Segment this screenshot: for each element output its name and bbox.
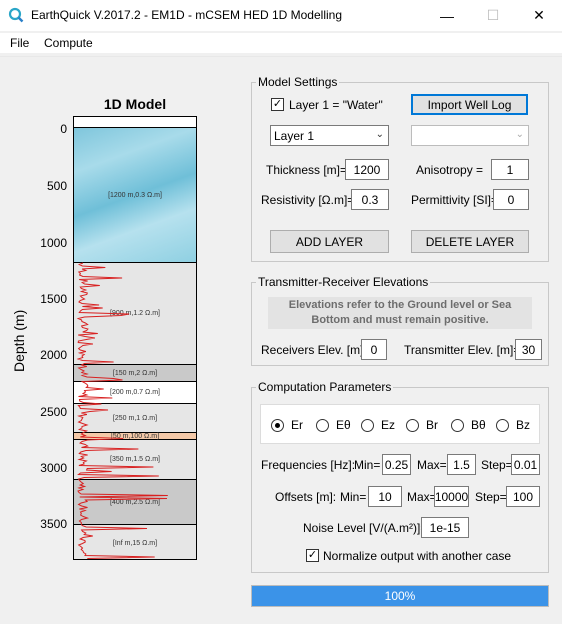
group-title: Model Settings bbox=[256, 75, 340, 89]
group-title: Computation Parameters bbox=[256, 380, 394, 394]
depth-tick: 1000 bbox=[40, 236, 67, 250]
depth-tick: 500 bbox=[46, 179, 67, 193]
resistivity-input[interactable]: 0.3 bbox=[351, 189, 389, 210]
thickness-label: Thickness [m]= bbox=[266, 163, 348, 177]
radio-bz[interactable]: Bz bbox=[496, 418, 530, 432]
resistivity-label: Resistivity [Ω.m]= bbox=[261, 193, 355, 207]
offset-step-label: Step= bbox=[475, 490, 507, 504]
depth-tick: 3000 bbox=[40, 461, 67, 475]
radio-button[interactable] bbox=[406, 418, 419, 432]
normalize-label: Normalize output with another case bbox=[323, 549, 512, 563]
radio-button[interactable] bbox=[316, 418, 329, 432]
app-logo-icon bbox=[8, 7, 24, 23]
depth-tick: 3500 bbox=[40, 517, 67, 531]
depth-tick: 1500 bbox=[40, 292, 67, 306]
anisotropy-label: Anisotropy = bbox=[416, 163, 484, 177]
minimize-button[interactable]: — bbox=[424, 0, 470, 31]
chevron-down-icon: ⌄ bbox=[375, 129, 384, 140]
radio-etheta[interactable]: Eθ bbox=[316, 418, 351, 432]
group-title: Transmitter-Receiver Elevations bbox=[256, 275, 431, 289]
depth-tick: 2500 bbox=[40, 405, 67, 419]
radio-label: Bθ bbox=[471, 418, 486, 432]
import-well-log-button[interactable]: Import Well Log bbox=[411, 94, 528, 115]
button-label: ADD LAYER bbox=[295, 234, 364, 249]
model-title: 1D Model bbox=[103, 96, 167, 112]
water-checkbox-label: Layer 1 = "Water" bbox=[289, 98, 383, 112]
permittivity-label: Permittivity [SI]= bbox=[411, 193, 499, 207]
button-label: Import Well Log bbox=[427, 97, 512, 112]
model-column[interactable]: [1200 m,0.3 Ω.m] [900 m,1.2 Ω.m] [150 m,… bbox=[73, 116, 197, 560]
offset-max-label: Max= bbox=[407, 490, 437, 504]
depth-axis-label: Depth (m) bbox=[11, 309, 27, 372]
transmitter-elev-label: Transmitter Elev. [m]= bbox=[404, 343, 521, 357]
delete-layer-button[interactable]: DELETE LAYER bbox=[411, 230, 529, 253]
close-button[interactable]: ✕ bbox=[516, 0, 562, 31]
offset-max-input[interactable]: 10000 bbox=[434, 486, 469, 507]
progress-bar: 100% bbox=[251, 585, 549, 607]
radio-label: Er bbox=[291, 418, 303, 432]
radio-button[interactable] bbox=[361, 418, 374, 432]
radio-label: Eθ bbox=[336, 418, 351, 432]
receivers-elev-input[interactable]: 0 bbox=[361, 339, 387, 360]
offset-min-label: Min= bbox=[340, 490, 367, 504]
radio-label: Ez bbox=[381, 418, 396, 432]
freq-step-label: Step= bbox=[481, 458, 513, 472]
water-checkbox[interactable]: ✓ bbox=[271, 98, 284, 111]
receivers-elev-label: Receivers Elev. [m]= bbox=[261, 343, 371, 357]
freq-max-label: Max= bbox=[417, 458, 447, 472]
offsets-label: Offsets [m]: bbox=[275, 490, 337, 504]
button-label: DELETE LAYER bbox=[425, 234, 515, 249]
divider bbox=[0, 56, 562, 57]
maximize-button[interactable]: ☐ bbox=[470, 0, 516, 31]
depth-tick: 2000 bbox=[40, 348, 67, 362]
radio-label: Bz bbox=[516, 418, 531, 432]
noise-level-input[interactable]: 1e-15 bbox=[421, 517, 469, 538]
progress-text: 100% bbox=[384, 589, 416, 603]
layer-select-value: Layer 1 bbox=[274, 128, 315, 143]
permittivity-input[interactable]: 0 bbox=[493, 189, 529, 210]
title-bar: EarthQuick V.2017.2 - EM1D - mCSEM HED 1… bbox=[0, 0, 562, 31]
well-log-curve bbox=[76, 262, 168, 559]
radio-label: Br bbox=[426, 418, 438, 432]
menu-compute[interactable]: Compute bbox=[44, 36, 93, 50]
anisotropy-input[interactable]: 1 bbox=[491, 159, 529, 180]
transmitter-elev-input[interactable]: 30 bbox=[515, 339, 542, 360]
radio-button[interactable] bbox=[496, 418, 509, 432]
layer-select[interactable]: Layer 1 ⌄ bbox=[270, 125, 389, 146]
noise-level-label: Noise Level [V/(A.m²)]= bbox=[303, 521, 428, 535]
normalize-checkbox[interactable]: ✓ bbox=[306, 549, 319, 562]
freq-max-input[interactable]: 1.5 bbox=[447, 454, 476, 475]
freq-step-input[interactable]: 0.01 bbox=[511, 454, 540, 475]
radio-br[interactable]: Br bbox=[406, 418, 438, 432]
radio-button[interactable] bbox=[271, 418, 284, 432]
offset-min-input[interactable]: 10 bbox=[368, 486, 402, 507]
chevron-down-icon: ⌄ bbox=[515, 129, 524, 140]
menu-file[interactable]: File bbox=[10, 36, 29, 50]
offset-step-input[interactable]: 100 bbox=[506, 486, 540, 507]
depth-tick: 0 bbox=[60, 122, 67, 136]
window-title: EarthQuick V.2017.2 - EM1D - mCSEM HED 1… bbox=[31, 8, 343, 22]
thickness-input[interactable]: 1200 bbox=[345, 159, 389, 180]
frequencies-label: Frequencies [Hz]: bbox=[261, 458, 356, 472]
menu-bar: File Compute bbox=[0, 33, 562, 53]
radio-button[interactable] bbox=[451, 418, 464, 432]
add-layer-button[interactable]: ADD LAYER bbox=[270, 230, 389, 253]
radio-ez[interactable]: Ez bbox=[361, 418, 395, 432]
radio-btheta[interactable]: Bθ bbox=[451, 418, 486, 432]
elevation-note: Elevations refer to the Ground level or … bbox=[268, 297, 532, 329]
freq-min-input[interactable]: 0.25 bbox=[382, 454, 411, 475]
radio-er[interactable]: Er bbox=[271, 418, 303, 432]
secondary-select[interactable]: ⌄ bbox=[411, 125, 529, 146]
freq-min-label: Min= bbox=[354, 458, 381, 472]
